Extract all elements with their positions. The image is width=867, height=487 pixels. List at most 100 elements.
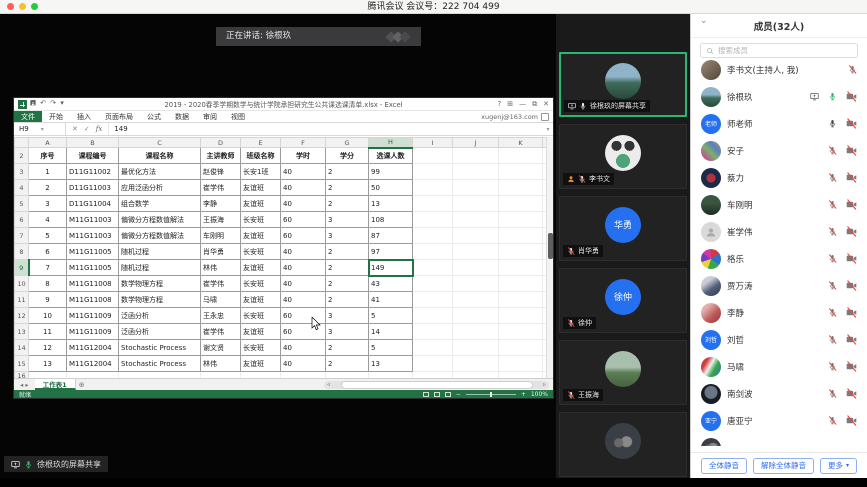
sheet-cell: 肖华勇 — [201, 244, 241, 260]
member-row-刘哲[interactable]: 刘哲刘哲 — [691, 326, 867, 353]
sheet-cell — [413, 212, 453, 228]
avatar — [701, 222, 721, 242]
member-name: 安子 — [727, 145, 822, 157]
mic-off-icon — [828, 173, 837, 182]
excel-titlebar: 🖪 ↶ ↷ ▾ 2019 - 2020春季学期数学与统计学院承担研究生公共课选课… — [14, 98, 553, 111]
sheet-cell: 5 — [29, 228, 67, 244]
sheet-cell: 5 — [369, 308, 413, 324]
ribbon-tab-7: 视图 — [224, 111, 252, 122]
tile-name: 徐仲 — [578, 318, 592, 328]
excel-ribbon-options-icon: ⊞ — [507, 100, 513, 109]
member-status-icons — [848, 65, 857, 74]
member-row-车刚明[interactable]: 车刚明 — [691, 191, 867, 218]
mic-icon — [579, 102, 587, 110]
screen-share-badge: 徐根玖的屏幕共享 — [4, 456, 108, 472]
avatar — [701, 87, 721, 107]
video-tile-徐仲[interactable]: 徐仲徐仲 — [559, 268, 687, 333]
sheet-cell — [413, 164, 453, 180]
screen-share-icon — [11, 460, 20, 469]
sheet-cell — [413, 260, 453, 276]
member-status-icons — [828, 334, 857, 345]
sheet-cell: 序号 — [29, 148, 67, 164]
sheet-cell: 友谊班 — [241, 180, 281, 196]
member-row[interactable] — [691, 434, 867, 446]
sheet-cell: D11G11004 — [67, 196, 119, 212]
member-row-李书文(主持人, 我)[interactable]: 李书文(主持人, 我) — [691, 56, 867, 83]
member-name: 崔学伟 — [727, 226, 822, 238]
ribbon-tab-3: 页面布局 — [98, 111, 140, 122]
mic-off-icon — [828, 281, 837, 290]
sheet-cell: 11 — [29, 324, 67, 340]
unmute-all-button[interactable]: 解除全体静音 — [753, 458, 814, 474]
sheet-cell: 偏微分方程数值解法 — [119, 228, 201, 244]
avatar — [701, 195, 721, 215]
member-row-格乐[interactable]: 格乐 — [691, 245, 867, 272]
mic-off-icon — [828, 362, 837, 371]
sheet-cell: 3 — [326, 308, 369, 324]
camera-off-icon — [846, 307, 857, 318]
button-label: 更多 — [828, 460, 843, 471]
sheet-cell: 长安班 — [241, 212, 281, 228]
sheet-cell — [413, 292, 453, 308]
avatar: 老师 — [701, 114, 721, 134]
sheet-cell: 最优化方法 — [119, 164, 201, 180]
sheet-cell — [453, 228, 499, 244]
page-layout-view-icon — [434, 392, 440, 397]
member-row-唐亚宁[interactable]: 亚宁唐亚宁 — [691, 407, 867, 434]
avatar — [605, 63, 641, 99]
member-row-徐根玖[interactable]: 徐根玖 — [691, 83, 867, 110]
sheet-cell: M11G12004 — [67, 340, 119, 356]
sheet-cell: 随机过程 — [119, 260, 201, 276]
member-row-崔学伟[interactable]: 崔学伟 — [691, 218, 867, 245]
member-row-南剑波[interactable]: 南剑波 — [691, 380, 867, 407]
camera-off-icon — [846, 226, 857, 237]
video-tile-肖华勇[interactable]: 华勇肖华勇 — [559, 196, 687, 261]
sheet-cell — [499, 340, 543, 356]
sheet-cell — [453, 308, 499, 324]
member-row-蔡力[interactable]: 蔡力 — [691, 164, 867, 191]
host-person-icon — [567, 175, 575, 183]
sheet-cell: 1 — [29, 164, 67, 180]
sheet-cell — [499, 148, 543, 164]
sheet-cell: 崔学伟 — [201, 180, 241, 196]
member-status-icons — [828, 280, 857, 291]
member-row-安子[interactable]: 安子 — [691, 137, 867, 164]
sheet-cell — [413, 340, 453, 356]
ribbon-tab-4: 公式 — [140, 111, 168, 122]
macos-titlebar: 腾讯会议 会议号：222 704 499 — [0, 0, 867, 14]
search-members-input[interactable] — [718, 46, 852, 55]
member-row-贾万涛[interactable]: 贾万涛 — [691, 272, 867, 299]
sheet-cell: 10 — [29, 308, 67, 324]
excel-sheet-bar: ◂ ▸ 工作表1 ⊕ ◃ ▹ — [14, 378, 553, 390]
video-tile-徐根玖的屏幕共享[interactable]: 徐根玖的屏幕共享 — [559, 52, 687, 117]
member-name: 格乐 — [727, 253, 822, 265]
sheet-cell — [453, 244, 499, 260]
mic-off-icon — [828, 200, 837, 209]
sheet-cell: 李静 — [201, 196, 241, 212]
more-button[interactable]: 更多▾ — [820, 458, 857, 474]
row-header-3: 3 — [15, 164, 29, 180]
avatar — [605, 351, 641, 387]
sheet-cell — [499, 324, 543, 340]
avatar — [701, 438, 721, 447]
video-tile-王振海[interactable]: 王振海 — [559, 340, 687, 405]
sheet-cell — [499, 244, 543, 260]
member-row-马啸[interactable]: 马啸 — [691, 353, 867, 380]
collapse-panel-chevron-icon[interactable]: ⌄ — [700, 16, 708, 26]
member-row-师老师[interactable]: 老师师老师 — [691, 110, 867, 137]
ribbon-tab-6: 审阅 — [196, 111, 224, 122]
video-tile-李书文[interactable]: 李书文 — [559, 124, 687, 189]
sheet-cell — [499, 292, 543, 308]
excel-app-icon — [18, 100, 27, 109]
row-header-8: 8 — [15, 244, 29, 260]
row-header-6: 6 — [15, 212, 29, 228]
video-tile[interactable] — [559, 412, 687, 477]
mute-all-button[interactable]: 全体静音 — [701, 458, 747, 474]
mic-off-icon — [567, 319, 575, 327]
camera-off-icon — [846, 388, 857, 399]
member-row-李静[interactable]: 李静 — [691, 299, 867, 326]
sheet-cell: 99 — [369, 164, 413, 180]
sheet-cell: 友谊班 — [241, 260, 281, 276]
sheet-cell — [499, 164, 543, 180]
sheet-cell: 40 — [281, 180, 326, 196]
